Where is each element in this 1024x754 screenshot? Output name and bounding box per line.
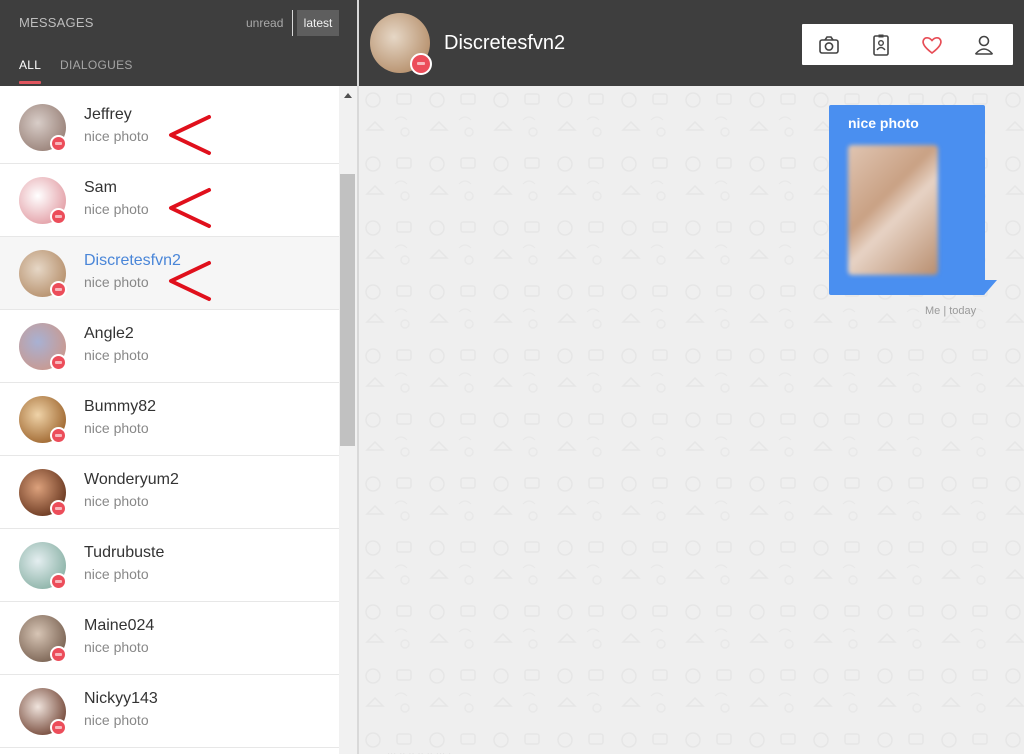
conversation-preview: nice photo	[84, 347, 149, 363]
status-indicator	[50, 135, 67, 152]
chat-header: Discretesfvn2	[359, 0, 1024, 86]
avatar[interactable]	[19, 688, 67, 736]
conversation-preview: nice photo	[84, 493, 149, 509]
filter-latest-button[interactable]: latest	[297, 10, 339, 36]
status-indicator	[50, 427, 67, 444]
conversation-preview: nice photo	[84, 201, 149, 217]
avatar[interactable]	[19, 104, 67, 152]
chat-action-bar	[802, 24, 1013, 65]
conversation-item[interactable]: Wonderyum2 nice photo	[0, 456, 339, 529]
conversation-item[interactable]: Jeffrey nice photo	[0, 91, 339, 164]
conversation-name: Bummy82	[84, 398, 157, 415]
status-indicator	[50, 719, 67, 736]
conversation-preview: nice photo	[84, 639, 149, 655]
messages-title: MESSAGES	[19, 15, 94, 30]
conversation-item[interactable]: Nickyy143 nice photo	[0, 675, 339, 748]
tab-all-indicator	[19, 81, 41, 84]
status-indicator	[50, 208, 67, 225]
status-indicator	[410, 53, 432, 75]
sidebar-scrollbar[interactable]	[339, 86, 357, 754]
red-arrow-annotation-icon	[169, 188, 211, 228]
message-bubble-tail	[984, 280, 997, 295]
filter-divider	[292, 10, 293, 36]
conversation-name: Maine024	[84, 617, 155, 634]
message-text: nice photo	[848, 115, 919, 131]
message-meta: Me | today	[925, 305, 977, 317]
red-arrow-annotation-icon	[169, 261, 211, 301]
conversation-item[interactable]: Sam nice photo	[0, 164, 339, 237]
composer-hint: ... .. .. .. .. ... .	[387, 746, 452, 754]
tab-all[interactable]: ALL	[19, 58, 41, 72]
status-indicator	[50, 354, 67, 371]
profile-icon[interactable]	[972, 33, 996, 57]
avatar[interactable]	[19, 542, 67, 590]
sidebar-header: MESSAGES unread latest ALL DIALOGUES	[0, 0, 357, 86]
conversation-name: Nickyy143	[84, 690, 158, 707]
conversation-item[interactable]: Maine024 nice photo	[0, 602, 339, 675]
conversation-name: Jeffrey	[84, 106, 132, 123]
conversation-name: Tudrubuste	[84, 544, 165, 561]
message-bubble[interactable]: nice photo	[829, 105, 985, 295]
conversation-list: Jeffrey nice photo Sam nice photo Discretesf…	[0, 91, 339, 754]
conversation-sidebar: MESSAGES unread latest ALL DIALOGUES Jef…	[0, 0, 357, 754]
message-photo[interactable]	[848, 145, 938, 275]
status-indicator	[50, 646, 67, 663]
conversation-name: Wonderyum2	[84, 471, 179, 488]
conversation-preview: nice photo	[84, 128, 149, 144]
conversation-item[interactable]: Bummy82 nice photo	[0, 383, 339, 456]
avatar[interactable]	[19, 177, 67, 225]
status-indicator	[50, 500, 67, 517]
avatar[interactable]	[19, 396, 67, 444]
conversation-preview: nice photo	[84, 420, 149, 436]
status-indicator	[50, 281, 67, 298]
scrollbar-thumb[interactable]	[340, 174, 355, 446]
conversation-name: Angle2	[84, 325, 134, 342]
contact-name[interactable]: Discretesfvn2	[444, 32, 565, 55]
avatar[interactable]	[19, 615, 67, 663]
conversation-preview: nice photo	[84, 274, 149, 290]
contact-card-icon[interactable]	[869, 33, 893, 57]
avatar[interactable]	[19, 250, 67, 298]
conversation-preview: nice photo	[84, 566, 149, 582]
scroll-up-arrow-icon[interactable]	[344, 93, 352, 98]
conversation-item[interactable]: Angle2 nice photo	[0, 310, 339, 383]
conversation-item[interactable]: Discretesfvn2 nice photo	[0, 237, 339, 310]
conversation-preview: nice photo	[84, 712, 149, 728]
filter-unread-button[interactable]: unread	[246, 16, 283, 30]
conversation-item[interactable]: Tudrubuste nice photo	[0, 529, 339, 602]
heart-icon[interactable]	[920, 33, 944, 57]
conversation-name: Sam	[84, 179, 117, 196]
avatar[interactable]	[19, 323, 67, 371]
status-indicator	[50, 573, 67, 590]
contact-avatar[interactable]	[370, 13, 432, 75]
tab-dialogues[interactable]: DIALOGUES	[60, 58, 133, 72]
red-arrow-annotation-icon	[169, 115, 211, 155]
camera-icon[interactable]	[817, 33, 841, 57]
avatar[interactable]	[19, 469, 67, 517]
chat-panel: Discretesfvn2 nice photo Me | today ... …	[359, 0, 1024, 754]
